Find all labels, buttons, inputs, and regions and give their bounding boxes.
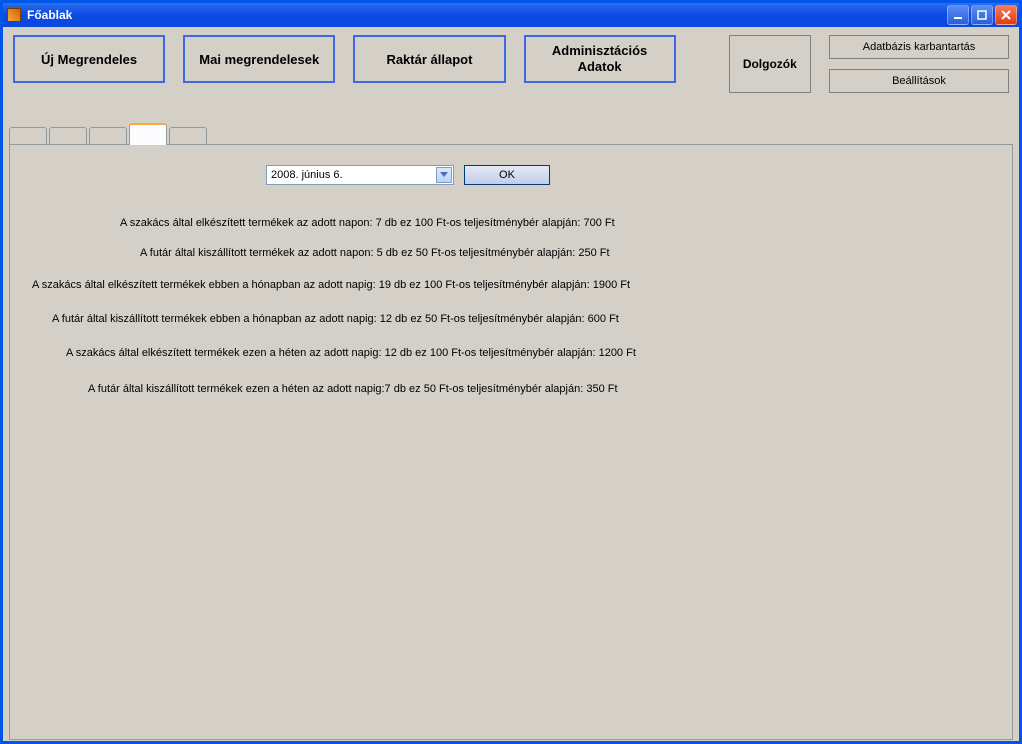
ok-label: OK (499, 169, 515, 181)
date-dropdown-arrow[interactable] (436, 167, 452, 183)
minimize-icon (953, 10, 963, 20)
report-line-1: A szakács által elkészített termékek az … (120, 217, 615, 229)
admin-data-label-1: Adminisztációs (552, 43, 647, 59)
settings-label: Beállítások (892, 75, 946, 87)
date-picker-value: 2008. június 6. (271, 169, 343, 181)
date-row: 2008. június 6. OK (266, 165, 550, 185)
tab-3[interactable] (89, 127, 127, 145)
todays-orders-label: Mai megrendelesek (199, 52, 319, 67)
admin-data-button[interactable]: Adminisztációs Adatok (524, 35, 676, 83)
main-window: Főablak Új Megrendeles Mai megrendelesek… (0, 0, 1022, 744)
new-order-label: Új Megrendeles (41, 52, 137, 67)
new-order-button[interactable]: Új Megrendeles (13, 35, 165, 83)
minimize-button[interactable] (947, 5, 969, 25)
app-icon (7, 8, 21, 22)
settings-button[interactable]: Beállítások (829, 69, 1009, 93)
tab-5[interactable] (169, 127, 207, 145)
date-picker[interactable]: 2008. június 6. (266, 165, 454, 185)
close-button[interactable] (995, 5, 1017, 25)
db-maintenance-label: Adatbázis karbantartás (863, 41, 976, 53)
employees-label: Dolgozók (743, 57, 797, 71)
db-maintenance-button[interactable]: Adatbázis karbantartás (829, 35, 1009, 59)
side-buttons: Adatbázis karbantartás Beállítások (829, 35, 1009, 93)
report-line-4: A futár által kiszállított termékek ebbe… (52, 313, 619, 325)
titlebar: Főablak (3, 3, 1019, 27)
report-line-6: A futár által kiszállított termékek ezen… (88, 383, 618, 395)
tabstrip (9, 123, 1019, 145)
window-title: Főablak (27, 8, 72, 22)
todays-orders-button[interactable]: Mai megrendelesek (183, 35, 335, 83)
employees-button[interactable]: Dolgozók (729, 35, 811, 93)
window-controls (947, 5, 1019, 25)
ok-button[interactable]: OK (464, 165, 550, 185)
tab-1[interactable] (9, 127, 47, 145)
warehouse-status-button[interactable]: Raktár állapot (353, 35, 505, 83)
maximize-button[interactable] (971, 5, 993, 25)
tab-panel: 2008. június 6. OK A szakács által elkés… (9, 144, 1013, 740)
maximize-icon (977, 10, 987, 20)
tab-4[interactable] (129, 123, 167, 145)
warehouse-status-label: Raktár állapot (386, 52, 472, 67)
toolbar: Új Megrendeles Mai megrendelesek Raktár … (3, 27, 1019, 95)
tab-2[interactable] (49, 127, 87, 145)
report-line-5: A szakács által elkészített termékek eze… (66, 347, 636, 359)
chevron-down-icon (440, 172, 448, 178)
report-line-3: A szakács által elkészített termékek ebb… (32, 279, 630, 291)
close-icon (1001, 10, 1011, 20)
admin-data-label-2: Adatok (578, 59, 622, 75)
report-line-2: A futár által kiszállított termékek az a… (140, 247, 610, 259)
